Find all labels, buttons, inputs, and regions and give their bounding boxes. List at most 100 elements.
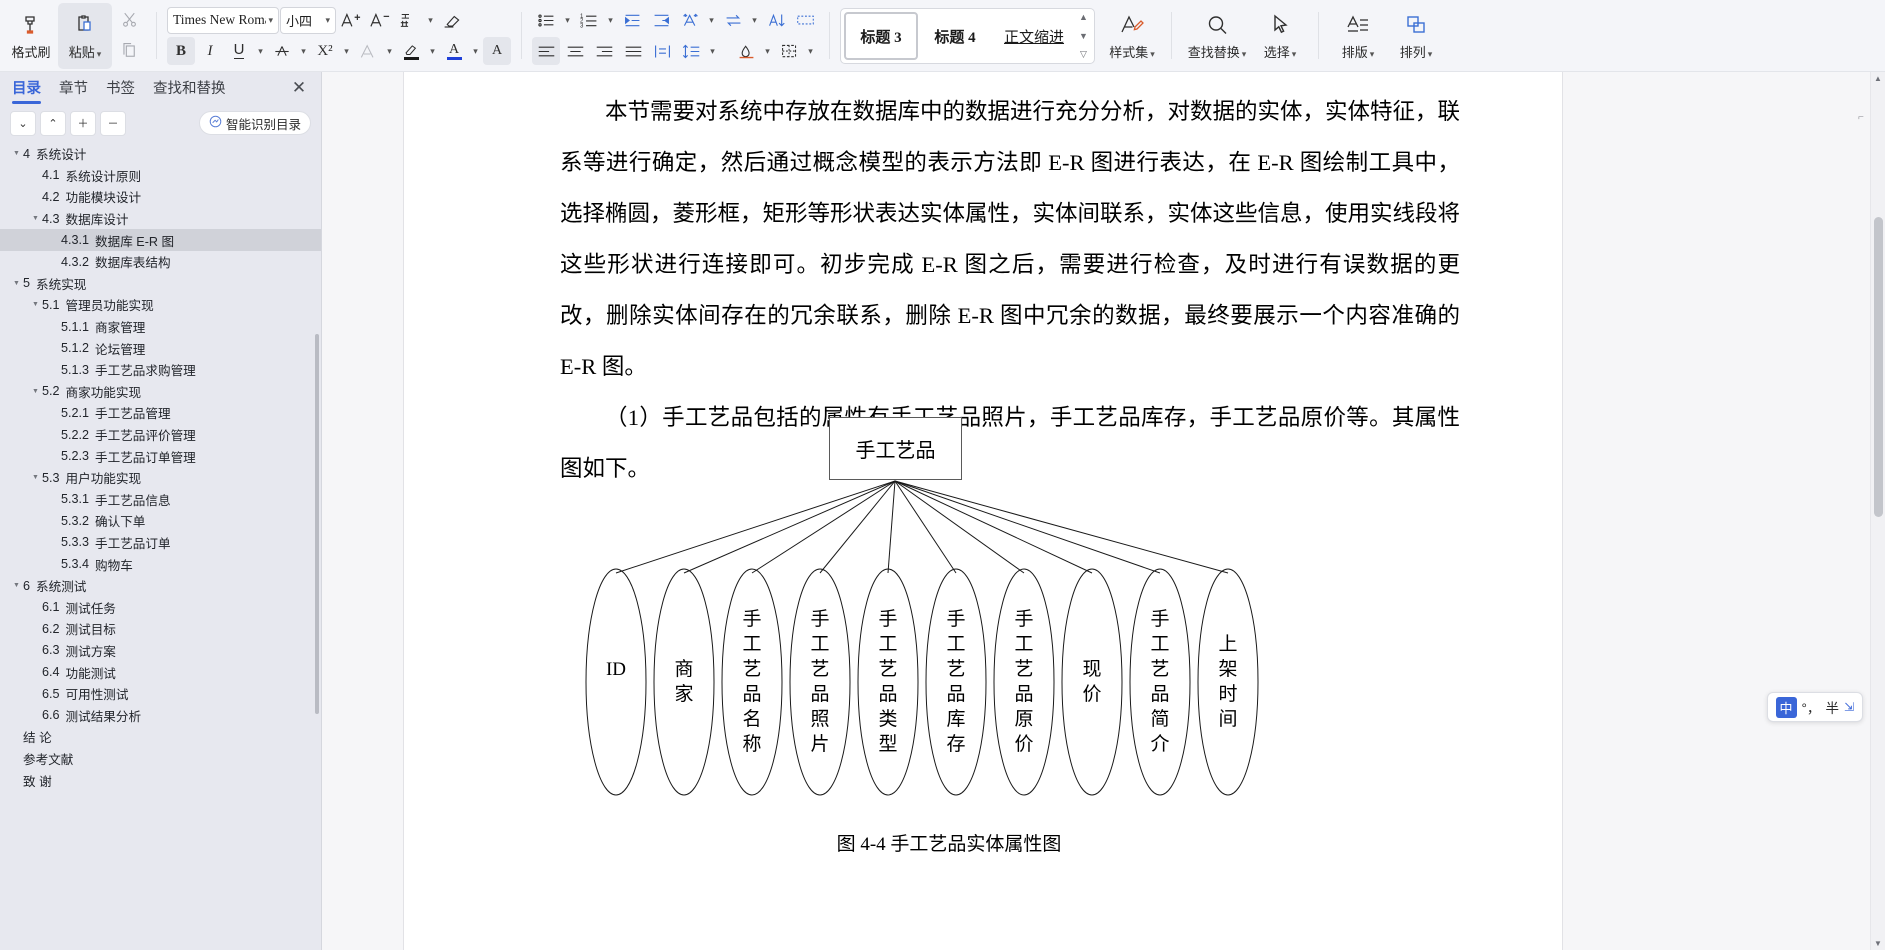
toc-item[interactable]: 结 论: [0, 726, 321, 748]
toc-item[interactable]: 5.3.1手工艺品信息: [0, 489, 321, 511]
toc-item[interactable]: 致 谢: [0, 769, 321, 791]
format-painter-button[interactable]: 格式刷: [4, 3, 58, 69]
chevron-down-icon[interactable]: ▾: [1370, 49, 1375, 59]
document-page[interactable]: 本节需要对系统中存放在数据库中的数据进行充分分析，对数据的实体，实体特征，联系等…: [404, 72, 1562, 950]
toc-item[interactable]: 5.2.1手工艺品管理: [0, 402, 321, 424]
toc-item[interactable]: 5.1.1商家管理: [0, 316, 321, 338]
toc-item[interactable]: 6.1测试任务: [0, 596, 321, 618]
text-effect-button[interactable]: [354, 37, 382, 65]
bullet-list-button[interactable]: [532, 6, 560, 34]
style-heading-3[interactable]: 标题 3: [844, 12, 918, 60]
toc-item[interactable]: 6.3测试方案: [0, 640, 321, 662]
ime-mode-badge[interactable]: 中: [1776, 697, 1797, 718]
indent-button[interactable]: [647, 6, 675, 34]
arrange-button[interactable]: 排列▾: [1387, 3, 1445, 69]
collapse-triangle-icon[interactable]: ▼: [29, 301, 42, 308]
ime-indicator[interactable]: 中 °， 半 ⇲: [1767, 692, 1863, 722]
pinyin-guide-button[interactable]: [395, 6, 423, 34]
chevron-down-icon[interactable]: ▾: [254, 37, 267, 65]
copy-button[interactable]: [112, 37, 146, 67]
char-shading-button[interactable]: A: [483, 37, 511, 65]
gallery-scroll-down-icon[interactable]: ▼: [1079, 32, 1088, 41]
ime-punctuation[interactable]: °，: [1802, 697, 1821, 717]
toc-item[interactable]: 5.2.2手工艺品评价管理: [0, 424, 321, 446]
chevron-down-icon[interactable]: ▾: [340, 37, 353, 65]
document-area[interactable]: 本节需要对系统中存放在数据库中的数据进行充分分析，对数据的实体，实体特征，联系等…: [322, 72, 1885, 950]
collapse-triangle-icon[interactable]: ▼: [10, 150, 23, 157]
font-size-select[interactable]: 小四 ▾: [280, 7, 336, 34]
document-scrollbar[interactable]: ▲ ▼: [1871, 72, 1885, 950]
scrollbar-thumb[interactable]: [1874, 217, 1883, 517]
collapse-triangle-icon[interactable]: ▼: [29, 388, 42, 395]
toc-item[interactable]: 5.1.3手工艺品求购管理: [0, 359, 321, 381]
style-set-button[interactable]: 样式集▾: [1103, 3, 1161, 69]
toc-item[interactable]: ▼5系统实现: [0, 273, 321, 295]
sidebar-scrollbar-thumb[interactable]: [315, 334, 319, 714]
align-left-button[interactable]: [532, 37, 560, 65]
align-justify-button[interactable]: [619, 37, 647, 65]
collapse-triangle-icon[interactable]: ▼: [29, 474, 42, 481]
show-marks-button[interactable]: [791, 6, 819, 34]
underline-button[interactable]: U: [225, 37, 253, 65]
toc-item[interactable]: ▼5.1管理员功能实现: [0, 294, 321, 316]
chevron-down-icon[interactable]: ▾: [604, 6, 617, 34]
collapse-triangle-icon[interactable]: ▼: [29, 215, 42, 222]
outdent-button[interactable]: [618, 6, 646, 34]
bidi-button[interactable]: [719, 6, 747, 34]
clear-format-button[interactable]: [438, 6, 466, 34]
chevron-down-icon[interactable]: ▾: [383, 37, 396, 65]
font-family-select[interactable]: Times New Roma ▾: [167, 7, 279, 34]
chevron-down-icon[interactable]: ▾: [97, 49, 102, 59]
toc-item[interactable]: ▼4系统设计: [0, 143, 321, 165]
italic-button[interactable]: I: [196, 37, 224, 65]
chevron-down-icon[interactable]: ▾: [297, 37, 310, 65]
chevron-down-icon[interactable]: ▾: [748, 6, 761, 34]
paste-button[interactable]: 粘贴▾: [58, 3, 112, 69]
toc-item[interactable]: 5.3.2确认下单: [0, 510, 321, 532]
tab-toc[interactable]: 目录: [12, 77, 41, 101]
shrink-font-button[interactable]: [366, 6, 394, 34]
cut-button[interactable]: [112, 5, 146, 35]
chevron-down-icon[interactable]: ▾: [1428, 49, 1433, 59]
toc-item[interactable]: 5.3.4购物车: [0, 553, 321, 575]
chevron-down-icon[interactable]: ▾: [1292, 49, 1297, 59]
gallery-expand-icon[interactable]: ▽: [1080, 50, 1087, 59]
tab-chapters[interactable]: 章节: [59, 77, 88, 101]
sort-button[interactable]: [762, 6, 790, 34]
toc-item[interactable]: 5.1.2论坛管理: [0, 337, 321, 359]
pin-icon[interactable]: ⇲: [1844, 700, 1854, 714]
strikethrough-button[interactable]: [268, 37, 296, 65]
close-icon[interactable]: ✕: [289, 78, 309, 98]
typeset-button[interactable]: 排版▾: [1329, 3, 1387, 69]
expand-down-button[interactable]: ⌄: [10, 111, 36, 136]
line-spacing-button[interactable]: [677, 37, 705, 65]
tab-find-replace[interactable]: 查找和替换: [153, 77, 226, 101]
toc-item[interactable]: 参考文献: [0, 748, 321, 770]
gallery-scroll-up-icon[interactable]: ▲: [1079, 13, 1088, 22]
font-color-button[interactable]: A: [440, 37, 468, 65]
highlight-button[interactable]: [397, 37, 425, 65]
chevron-down-icon[interactable]: ▾: [1150, 49, 1155, 59]
chevron-down-icon[interactable]: ▾: [424, 6, 437, 34]
er-diagram[interactable]: 手工艺品 ID商家手工艺品名称手工艺品照片手工艺品类型手工艺品库存手工艺品原价现…: [579, 417, 1319, 847]
chevron-down-icon[interactable]: ▾: [561, 6, 574, 34]
chevron-down-icon[interactable]: ▾: [1242, 49, 1247, 59]
scroll-up-icon[interactable]: ▲: [1872, 72, 1884, 85]
scroll-down-icon[interactable]: ▼: [1872, 937, 1884, 950]
find-replace-button[interactable]: 查找替换▾: [1182, 3, 1252, 69]
toc-item[interactable]: 6.2测试目标: [0, 618, 321, 640]
shading-button[interactable]: [732, 37, 760, 65]
numbered-list-button[interactable]: 1 2 3: [575, 6, 603, 34]
text-direction-button[interactable]: [676, 6, 704, 34]
toc-item[interactable]: 6.4功能测试: [0, 661, 321, 683]
select-button[interactable]: 选择▾: [1252, 3, 1308, 69]
toc-item[interactable]: ▼5.2商家功能实现: [0, 381, 321, 403]
tab-bookmarks[interactable]: 书签: [106, 77, 135, 101]
style-heading-4[interactable]: 标题 4: [918, 12, 992, 60]
align-right-button[interactable]: [590, 37, 618, 65]
collapse-triangle-icon[interactable]: ▼: [10, 280, 23, 287]
toc-item[interactable]: 4.1系统设计原则: [0, 165, 321, 187]
toc-item[interactable]: 4.3.1数据库 E-R 图: [0, 229, 321, 251]
toc-item[interactable]: 5.2.3手工艺品订单管理: [0, 445, 321, 467]
grow-font-button[interactable]: [337, 6, 365, 34]
